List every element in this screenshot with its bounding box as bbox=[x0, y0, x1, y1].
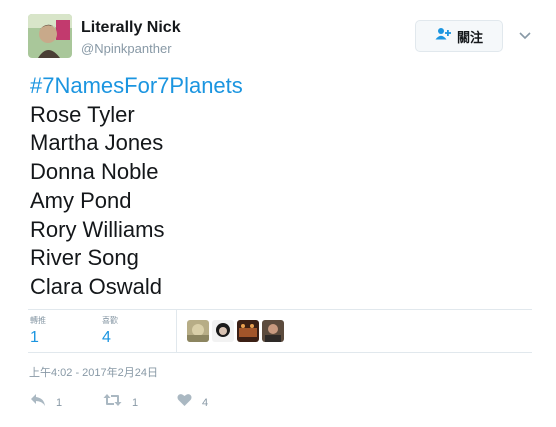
reply-count: 1 bbox=[56, 396, 63, 409]
hashtag-link[interactable]: #7NamesFor7Planets bbox=[30, 72, 530, 101]
chevron-down-icon[interactable] bbox=[517, 27, 533, 43]
heart-icon bbox=[177, 393, 192, 412]
tweet-line: Amy Pond bbox=[30, 187, 132, 213]
tweet-text: #7NamesFor7Planets Rose Tyler Martha Jon… bbox=[30, 72, 530, 302]
retweet-icon bbox=[103, 393, 122, 412]
follow-user-icon bbox=[435, 27, 451, 45]
retweets-count: 1 bbox=[30, 329, 39, 346]
retweets-label: 轉推 bbox=[30, 316, 46, 325]
likes-label: 喜歡 bbox=[102, 316, 118, 325]
avatar[interactable] bbox=[28, 14, 72, 58]
retweet-count: 1 bbox=[132, 396, 139, 409]
tweet-line: Rose Tyler bbox=[30, 101, 135, 127]
username[interactable]: @Npinkpanther bbox=[81, 41, 172, 56]
tweet-line: Martha Jones bbox=[30, 130, 164, 156]
tweet-line: River Song bbox=[30, 245, 139, 271]
like-count: 4 bbox=[202, 396, 209, 409]
tweet-header: Literally Nick @Npinkpanther 關注 bbox=[28, 14, 538, 60]
liker-avatar[interactable] bbox=[187, 320, 209, 342]
likes-count: 4 bbox=[102, 329, 111, 346]
display-name[interactable]: Literally Nick bbox=[81, 19, 181, 37]
likes-stat[interactable]: 喜歡 4 bbox=[102, 316, 118, 347]
like-button[interactable]: 4 bbox=[177, 393, 208, 412]
liker-avatar[interactable] bbox=[237, 320, 259, 342]
tweet-timestamp[interactable]: 上午4:02 - 2017年2月24日 bbox=[29, 364, 158, 380]
follow-button-label: 關注 bbox=[456, 29, 483, 45]
reply-icon bbox=[30, 393, 46, 412]
follow-button[interactable]: 關注 bbox=[415, 20, 503, 52]
liker-avatar[interactable] bbox=[212, 320, 234, 342]
tweet-line: Donna Noble bbox=[30, 159, 159, 185]
liker-avatar[interactable] bbox=[262, 320, 284, 342]
tweet-line: Clara Oswald bbox=[30, 273, 163, 299]
stats-divider bbox=[176, 310, 177, 352]
tweet-stats: 轉推 1 喜歡 4 bbox=[28, 309, 532, 353]
tweet-line: Rory Williams bbox=[30, 216, 165, 242]
reply-button[interactable]: 1 bbox=[30, 393, 62, 412]
liker-avatars bbox=[187, 320, 284, 342]
retweets-stat[interactable]: 轉推 1 bbox=[30, 316, 46, 347]
retweet-button[interactable]: 1 bbox=[103, 393, 138, 412]
